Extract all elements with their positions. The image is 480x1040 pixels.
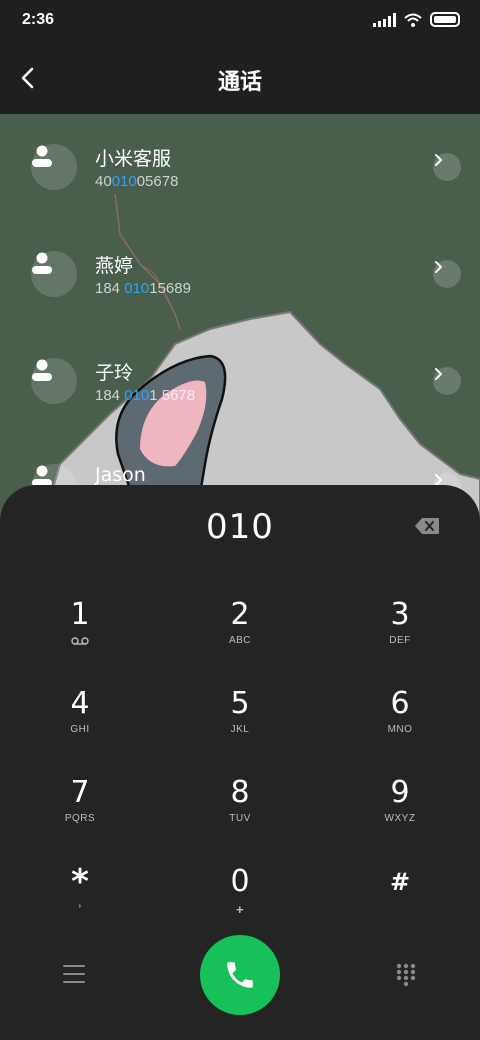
contact-avatar bbox=[31, 358, 77, 404]
key-9[interactable]: 9 WXYZ bbox=[340, 775, 460, 855]
contact-result-row[interactable]: 子玲 184 0101 5678 bbox=[0, 328, 480, 408]
key-digit: 3 bbox=[390, 597, 410, 632]
contact-result-row[interactable]: 小米客服 4001005678 bbox=[0, 114, 480, 194]
key-4[interactable]: 4 GHI bbox=[20, 686, 140, 766]
key-digit: 2 bbox=[230, 597, 250, 632]
key-letters: MNO bbox=[387, 724, 413, 735]
chevron-right-icon bbox=[435, 261, 443, 273]
call-button[interactable] bbox=[200, 935, 280, 1015]
contact-number: 184 01015689 bbox=[95, 280, 191, 297]
key-letters: ABC bbox=[228, 635, 252, 646]
contact-name: 燕婷 bbox=[95, 255, 134, 277]
key-letters: TUV bbox=[229, 813, 251, 824]
chevron-right-icon bbox=[435, 368, 443, 380]
phone-icon bbox=[227, 962, 253, 988]
key-letters: + bbox=[235, 902, 245, 917]
contact-name: 小米客服 bbox=[95, 148, 172, 170]
person-icon bbox=[32, 359, 52, 381]
key-letters: WXYZ bbox=[384, 813, 416, 824]
wifi-icon bbox=[404, 13, 422, 27]
status-icons bbox=[373, 12, 460, 27]
status-time: 2:36 bbox=[22, 11, 55, 28]
person-icon bbox=[32, 145, 52, 167]
battery-icon bbox=[430, 12, 460, 27]
contact-detail-button[interactable] bbox=[433, 153, 461, 181]
contact-name: Jason bbox=[95, 464, 146, 486]
key-letters: PQRS bbox=[64, 813, 96, 824]
key-digit: 1 bbox=[70, 597, 90, 632]
contact-name: 子玲 bbox=[95, 362, 134, 384]
chevron-right-icon bbox=[435, 154, 443, 166]
key-letters: JKL bbox=[230, 724, 250, 735]
match-highlight: 010 bbox=[111, 173, 137, 190]
contact-detail-button[interactable] bbox=[433, 260, 461, 288]
key-digit: 5 bbox=[230, 686, 250, 721]
key-digit: # bbox=[389, 868, 411, 896]
key-letters: DEF bbox=[389, 635, 411, 646]
match-highlight: 010 bbox=[124, 387, 150, 404]
key-digit: 9 bbox=[390, 775, 410, 810]
dialer-panel: 010 1 2 ABC 3 DEF 4 GHI 5 JKL 6 MNO 7 PQ… bbox=[0, 485, 480, 1040]
key-3[interactable]: 3 DEF bbox=[340, 597, 460, 677]
person-icon bbox=[32, 252, 52, 274]
key-6[interactable]: 6 MNO bbox=[340, 686, 460, 766]
key-1[interactable]: 1 bbox=[20, 597, 140, 677]
contact-avatar bbox=[31, 251, 77, 297]
menu-icon[interactable] bbox=[63, 965, 85, 983]
key-digit: 6 bbox=[390, 686, 410, 721]
key-digit: 7 bbox=[70, 775, 90, 810]
app-header: 通话 bbox=[0, 44, 480, 114]
status-bar: 2:36 bbox=[0, 0, 480, 44]
key-letters: GHI bbox=[70, 724, 90, 735]
key-hash[interactable]: # bbox=[340, 864, 460, 944]
dialed-number: 010 bbox=[206, 507, 274, 547]
backspace-icon[interactable] bbox=[414, 517, 440, 535]
key-8[interactable]: 8 TUV bbox=[180, 775, 300, 855]
key-star[interactable]: * , bbox=[20, 864, 140, 944]
contact-detail-button[interactable] bbox=[433, 367, 461, 395]
signal-icon bbox=[373, 12, 396, 27]
page-title: 通话 bbox=[217, 70, 262, 95]
contact-results-area: 小米客服 4001005678 燕婷 184 01015689 子玲 184 0… bbox=[0, 114, 480, 534]
key-7[interactable]: 7 PQRS bbox=[20, 775, 140, 855]
contact-result-row[interactable]: 燕婷 184 01015689 bbox=[0, 221, 480, 301]
key-2[interactable]: 2 ABC bbox=[180, 597, 300, 677]
contact-number: 184 0101 5678 bbox=[95, 387, 196, 404]
contact-number: 4001005678 bbox=[95, 173, 179, 190]
voicemail-icon bbox=[71, 637, 89, 645]
key-digit: 4 bbox=[70, 686, 90, 721]
match-highlight: 010 bbox=[124, 280, 150, 297]
key-0[interactable]: 0 + bbox=[180, 864, 300, 944]
key-5[interactable]: 5 JKL bbox=[180, 686, 300, 766]
key-digit: 8 bbox=[230, 775, 250, 810]
key-letters: , bbox=[77, 894, 83, 909]
keypad-icon[interactable] bbox=[396, 963, 416, 987]
contact-avatar bbox=[31, 144, 77, 190]
key-digit: 0 bbox=[230, 864, 250, 899]
